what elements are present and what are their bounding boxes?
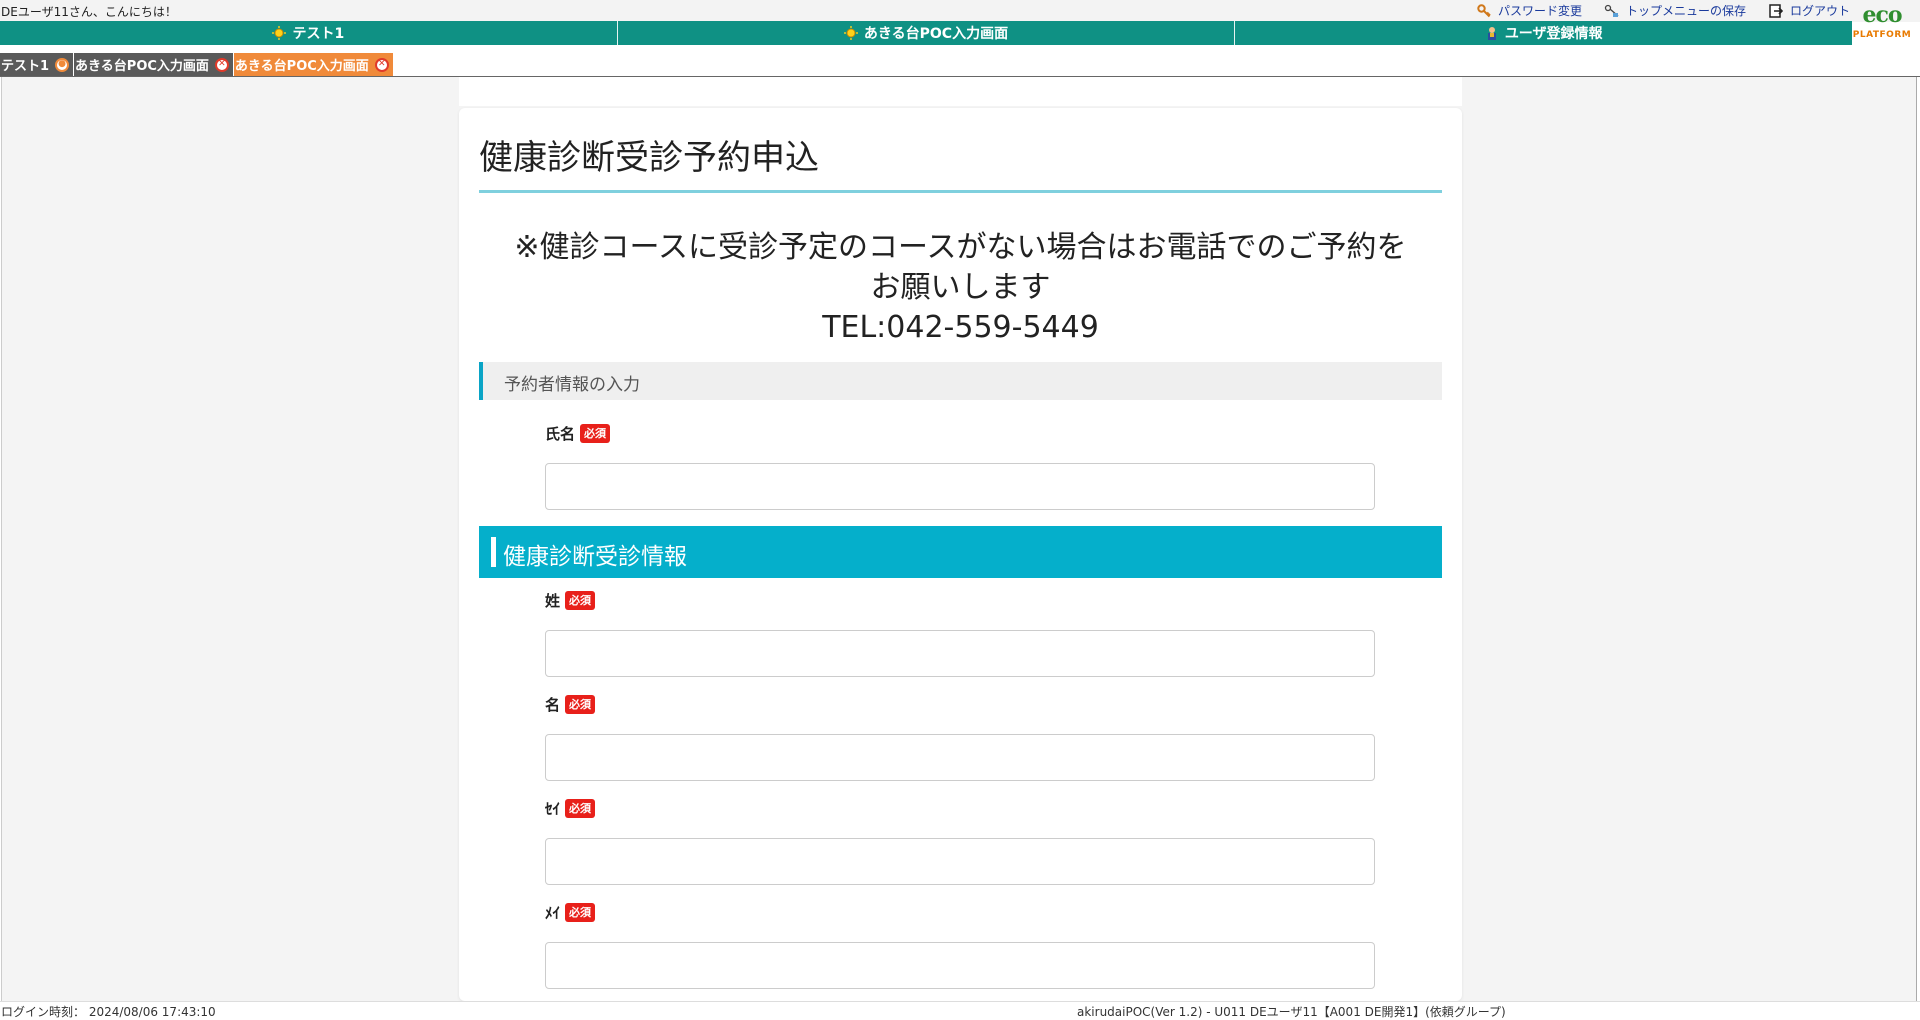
- logout-icon: [1768, 3, 1784, 19]
- required-badge: 必須: [565, 903, 596, 922]
- phone-notice: ※健診コースに受診予定のコースがない場合はお電話でのご予約を お願いします TE…: [459, 228, 1462, 348]
- page-title: 健康診断受診予約申込: [479, 138, 819, 178]
- close-icon[interactable]: ✕: [214, 57, 229, 72]
- field-label-last-name: 姓 必須: [545, 590, 596, 611]
- first-name-input[interactable]: [545, 734, 1375, 781]
- notice-phone: TEL:042-559-5449: [822, 310, 1099, 345]
- main-navigation: テスト1 あきる台POC入力画面 ユーザ登録情報: [0, 21, 1853, 45]
- nav-item-user-registration-label: ユーザ登録情報: [1504, 26, 1603, 42]
- login-time: ログイン時刻： 2024/08/06 17:43:10: [1, 1005, 216, 1019]
- field-label-first-name: 名 必須: [545, 694, 596, 715]
- sun-icon: [843, 26, 858, 40]
- tab-akirudai-poc-active[interactable]: あきる台POC入力画面 ✕: [233, 53, 394, 76]
- section-reserver-info-title: 予約者情報の入力: [504, 375, 640, 395]
- nav-item-test1-label: テスト1: [292, 26, 345, 42]
- field-label-full-name: 氏名 必須: [545, 423, 611, 444]
- field-label-last-name-kana: ｾｲ 必須: [545, 798, 596, 819]
- tab-akirudai-poc-active-label: あきる台POC入力画面: [234, 59, 369, 74]
- section-checkup-info-title: 健康診断受診情報: [503, 544, 687, 570]
- required-badge: 必須: [580, 424, 611, 443]
- logout-label: ログアウト: [1789, 4, 1850, 18]
- section-reserver-info: 予約者情報の入力: [479, 362, 1442, 400]
- last-name-kana-input[interactable]: [545, 838, 1375, 885]
- section-checkup-info: 健康診断受診情報: [479, 526, 1442, 578]
- nav-item-akirudai-poc-label: あきる台POC入力画面: [863, 26, 1009, 42]
- notice-line-2: お願いします: [870, 270, 1051, 305]
- user-icon: [1485, 26, 1499, 40]
- notice-line-1: ※健診コースに受診予定のコースがない場合はお電話でのご予約を: [514, 230, 1407, 265]
- nav-item-akirudai-poc[interactable]: あきる台POC入力画面: [617, 21, 1236, 45]
- password-change-label: パスワード変更: [1497, 4, 1582, 18]
- nav-item-user-registration[interactable]: ユーザ登録情報: [1235, 21, 1853, 45]
- tab-status-icon: ●: [55, 57, 70, 72]
- full-name-input[interactable]: [545, 463, 1375, 510]
- required-badge: 必須: [565, 799, 596, 818]
- tab-akirudai-poc[interactable]: あきる台POC入力画面 ✕: [74, 53, 234, 76]
- first-name-kana-input[interactable]: [545, 942, 1375, 989]
- nav-item-test1[interactable]: テスト1: [0, 21, 618, 45]
- close-icon[interactable]: ✕: [374, 57, 389, 72]
- required-badge: 必須: [565, 695, 596, 714]
- title-divider: [479, 190, 1442, 193]
- save-top-menu-label: トップメニューの保存: [1625, 4, 1746, 18]
- field-label-first-name-kana: ﾒｲ 必須: [545, 902, 596, 923]
- logo-subtitle: PLATFORM: [1852, 30, 1912, 40]
- top-utility-bar: DEユーザ11さん、こんにちは！ パスワード変更 トップメニューの保存 ログアウ…: [0, 0, 1920, 40]
- tab-test1-label: テスト1: [1, 59, 50, 74]
- app-info: akirudaiPOC(Ver 1.2) - U011 DEユーザ11【A001…: [1077, 1005, 1506, 1019]
- last-name-input[interactable]: [545, 630, 1375, 677]
- status-bar: ログイン時刻： 2024/08/06 17:43:10 akirudaiPOC(…: [0, 1001, 1920, 1019]
- reservation-form-card: 健康診断受診予約申込 ※健診コースに受診予定のコースがない場合はお電話でのご予約…: [459, 108, 1462, 1001]
- logout-link[interactable]: ログアウト: [1768, 2, 1850, 19]
- required-badge: 必須: [565, 591, 596, 610]
- header-links: パスワード変更 トップメニューの保存 ログアウト: [1476, 2, 1850, 19]
- save-menu-icon: [1604, 3, 1620, 19]
- section-accent-bar: [491, 537, 496, 567]
- card-top-strip: [459, 77, 1462, 106]
- logo-mark: eco: [1862, 2, 1902, 28]
- password-change-link[interactable]: パスワード変更: [1476, 2, 1582, 19]
- tab-akirudai-poc-label: あきる台POC入力画面: [75, 59, 209, 74]
- save-top-menu-link[interactable]: トップメニューの保存: [1604, 2, 1746, 19]
- greeting-text: DEユーザ11さん、こんにちは！: [1, 5, 177, 19]
- key-icon: [1476, 3, 1492, 19]
- eco-platform-logo: eco PLATFORM: [1850, 0, 1914, 50]
- tab-test1[interactable]: テスト1 ●: [0, 53, 75, 76]
- tab-strip: テスト1 ● あきる台POC入力画面 ✕ あきる台POC入力画面 ✕: [0, 53, 394, 76]
- sun-icon: [272, 26, 287, 40]
